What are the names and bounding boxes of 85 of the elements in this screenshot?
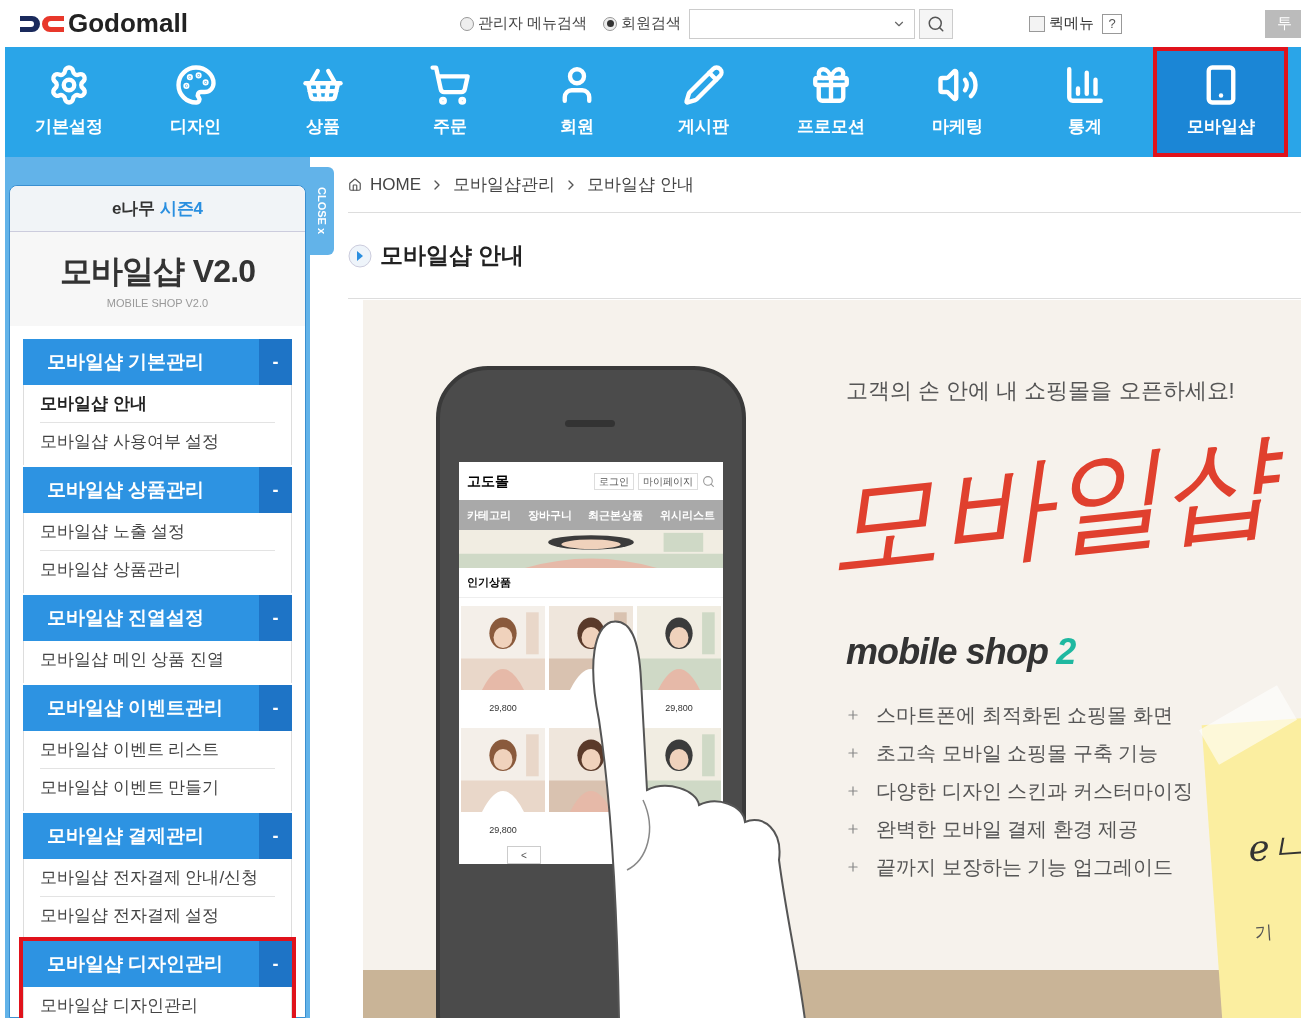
brand-label: e나무 (112, 197, 156, 220)
plus-icon (846, 822, 860, 836)
menu-group-title: 모바일샵 기본관리 (46, 349, 206, 374)
breadcrumb-link[interactable]: 모바일샵 안내 (587, 171, 694, 198)
nav-tab[interactable]: 기본설정 (5, 47, 132, 157)
search-mode-radio[interactable]: 관리자 메뉴검색 (460, 12, 588, 35)
collapse-button[interactable]: - (259, 339, 292, 385)
collapse-button[interactable]: - (259, 813, 292, 859)
menu-group-title: 모바일샵 이벤트관리 (46, 695, 225, 720)
menu-item[interactable]: 모바일샵 이벤트 리스트 (40, 731, 275, 769)
nav-tab[interactable]: 프로모션 (767, 47, 894, 157)
logo[interactable]: Godomall (68, 4, 188, 43)
product-price: 29,800 (665, 702, 693, 715)
nav-tab[interactable]: 모바일샵 (1153, 47, 1288, 157)
product-subtitle: MOBILE SHOP V2.0 (106, 295, 209, 311)
search-mode-radio[interactable]: 회원검색 (603, 12, 682, 35)
logo-icon (20, 13, 64, 34)
version-number: 2 (1056, 630, 1076, 674)
menu-group-title: 모바일샵 상품관리 (46, 477, 206, 502)
pager-button[interactable]: < (507, 846, 541, 864)
menu-group-title: 모바일샵 디자인관리 (46, 951, 225, 976)
menu-group-header[interactable]: 모바일샵 기본관리 - (23, 339, 292, 385)
plus-icon (846, 746, 860, 760)
phone-button[interactable]: 마이페이지 (638, 472, 698, 490)
collapse-button[interactable]: - (259, 941, 292, 987)
menu-item[interactable]: 모바일샵 이벤트 만들기 (40, 769, 275, 807)
feature-text: 스마트폰에 최적화된 쇼핑몰 화면 (876, 703, 1173, 728)
nav-tab[interactable]: 회원 (513, 47, 640, 157)
menu-group-header[interactable]: 모바일샵 상품관리 - (23, 467, 292, 513)
plus-icon (846, 708, 860, 722)
arrow-bullet-icon (348, 243, 372, 268)
speaker (565, 420, 615, 427)
product-title: 모바일샵 V2.0 (59, 251, 256, 291)
product-name: mobile shop (846, 630, 1049, 674)
script-title: 모바일샵 (819, 411, 1281, 599)
section-title: 인기상품 (459, 568, 723, 598)
menu-item[interactable]: 모바일샵 디자인관리 (40, 987, 275, 1018)
breadcrumb-link[interactable]: HOME (370, 171, 421, 198)
nav-icon (428, 64, 471, 107)
search-icon (927, 14, 946, 33)
feature-text: 완벽한 모바일 결제 환경 제공 (876, 817, 1139, 842)
feature-text: 끝까지 보장하는 기능 업그레이드 (876, 855, 1173, 880)
nav-tab[interactable]: 상품 (259, 47, 386, 157)
nav-tab[interactable]: 주문 (386, 47, 513, 157)
menu-item[interactable]: 모바일샵 사용여부 설정 (40, 423, 275, 461)
season-label: 시즌4 (159, 197, 203, 220)
phone-button[interactable]: 로그인 (594, 472, 634, 490)
page-title: 모바일샵 안내 (380, 241, 525, 271)
note-text: eㄴ (1246, 823, 1301, 872)
menu-item[interactable]: 모바일샵 메인 상품 진열 (40, 641, 275, 679)
menu-item[interactable]: 모바일샵 노출 설정 (40, 513, 275, 551)
nav-icon (174, 64, 217, 107)
tagline: 고객의 손 안에 내 쇼핑몰을 오픈하세요! (846, 377, 1236, 405)
collapse-button[interactable]: - (259, 595, 292, 641)
quick-menu-checkbox[interactable]: 퀵메뉴 (1029, 12, 1095, 35)
menu-item[interactable]: 모바일샵 상품관리 (40, 551, 275, 589)
shop-name: 고도몰 (467, 471, 510, 491)
menu-group-header[interactable]: 모바일샵 진열설정 - (23, 595, 292, 641)
collapse-button[interactable]: - (259, 685, 292, 731)
menu-group-header[interactable]: 모바일샵 결제관리 - (23, 813, 292, 859)
feature-text: 초고속 모바일 쇼핑몰 구축 기능 (876, 741, 1159, 766)
help-button[interactable]: ? (1102, 13, 1123, 34)
nav-icon (682, 64, 725, 107)
product-price: 29,800 (489, 824, 517, 837)
menu-group-title: 모바일샵 진열설정 (46, 605, 206, 630)
breadcrumb-link[interactable]: 모바일샵관리 (453, 171, 555, 198)
plus-icon (846, 784, 860, 798)
note-text: 기 (1253, 920, 1274, 946)
menu-item[interactable]: 모바일샵 안내 (40, 385, 275, 423)
home-icon (348, 177, 362, 192)
nav-tab[interactable]: 게시판 (640, 47, 767, 157)
menu-item[interactable]: 모바일샵 전자결제 설정 (40, 897, 275, 935)
menu-group-header[interactable]: 모바일샵 이벤트관리 - (23, 685, 292, 731)
search-icon (702, 474, 715, 488)
nav-tab[interactable]: 디자인 (132, 47, 259, 157)
feature-text: 다양한 디자인 스킨과 커스터마이징 (876, 779, 1193, 804)
collapse-button[interactable]: - (259, 467, 292, 513)
product-price: 29,800 (489, 702, 517, 715)
nav-tab[interactable]: 통계 (1021, 47, 1148, 157)
nav-tab[interactable]: 마케팅 (894, 47, 1021, 157)
menu-item[interactable]: 모바일샵 전자결제 안내/신청 (40, 859, 275, 897)
plus-icon (846, 860, 860, 874)
menu-group-title: 모바일샵 결제관리 (46, 823, 206, 848)
menu-group-header[interactable]: 모바일샵 디자인관리 - (23, 941, 292, 987)
search-button[interactable] (919, 8, 954, 39)
